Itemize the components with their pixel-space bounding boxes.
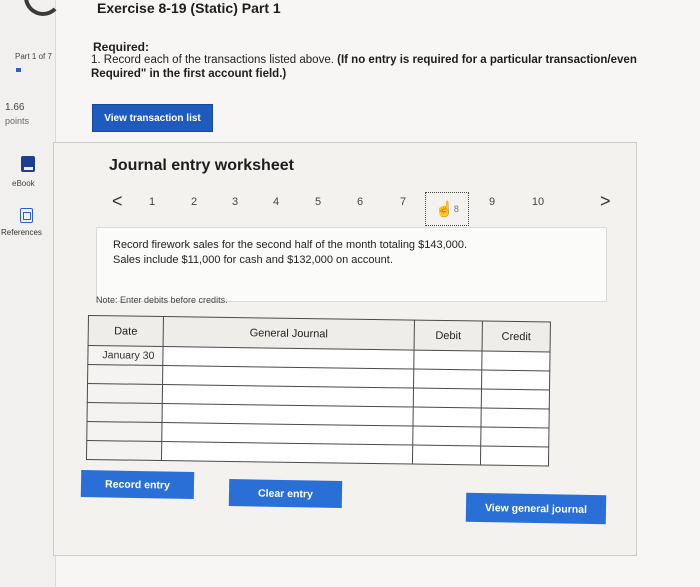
page-4[interactable]: 4 [266, 196, 286, 208]
credit-input[interactable] [481, 389, 550, 409]
description-line-2: Sales include $11,000 for cash and $132,… [113, 254, 393, 266]
ebook-icon[interactable] [21, 156, 35, 172]
view-general-journal-button[interactable]: View general journal [465, 492, 607, 525]
date-cell [86, 421, 163, 442]
instructions-line2-bold: Required" in the first account field.) [91, 68, 287, 80]
debit-input[interactable] [412, 445, 481, 465]
left-rail: Part 1 of 7 1.66 points eBook References [0, 0, 62, 587]
hand-pointer-icon: ☝ [435, 201, 454, 218]
description-line-1: Record firework sales for the second hal… [113, 239, 468, 251]
page-7[interactable]: 7 [393, 196, 413, 208]
ebook-link[interactable]: eBook [12, 179, 35, 188]
journal-entry-table: Date General Journal Debit Credit Januar… [86, 315, 551, 466]
credit-input[interactable] [480, 407, 550, 428]
page-9[interactable]: 9 [482, 196, 502, 208]
page-10[interactable]: 10 [528, 196, 548, 208]
points-value: 1.66 [5, 102, 25, 113]
record-entry-button[interactable]: Record entry [80, 470, 195, 499]
instructions-line1-bold: (If no entry is required for a particula… [337, 54, 637, 66]
credit-input[interactable] [480, 426, 549, 447]
clear-entry-button[interactable]: Clear entry [228, 479, 343, 508]
credit-input[interactable] [481, 370, 550, 390]
date-cell [87, 364, 163, 385]
credit-input[interactable] [480, 445, 549, 466]
required-label: Required: [93, 40, 150, 54]
part-progress-bar [16, 68, 21, 72]
credit-input[interactable] [481, 351, 551, 371]
debit-input[interactable] [413, 388, 482, 408]
app-logo-icon [24, 0, 62, 16]
page-1[interactable]: 1 [142, 196, 162, 208]
page-5[interactable]: 5 [308, 196, 328, 208]
instructions-text: 1. Record each of the transactions liste… [91, 53, 700, 81]
date-cell [86, 440, 162, 461]
page-8-label: 8 [453, 204, 459, 214]
col-header-general-journal: General Journal [163, 316, 415, 351]
part-indicator: Part 1 of 7 [15, 52, 52, 61]
debit-input[interactable] [413, 350, 483, 371]
view-transaction-list-button[interactable]: View transaction list [92, 104, 213, 132]
points-label: points [5, 116, 30, 126]
page-6[interactable]: 6 [350, 196, 370, 208]
exercise-title: Exercise 8-19 (Static) Part 1 [97, 0, 281, 16]
prev-arrow-icon[interactable]: < [112, 191, 123, 212]
col-header-debit: Debit [414, 320, 483, 352]
col-header-date: Date [88, 315, 164, 347]
transaction-description: Record firework sales for the second hal… [113, 238, 467, 268]
journal-entry-worksheet: Journal entry worksheet < 1 2 3 4 5 6 7 … [53, 142, 637, 556]
page-3[interactable]: 3 [225, 196, 245, 208]
debit-input[interactable] [412, 407, 482, 427]
page-2[interactable]: 2 [184, 196, 204, 208]
transaction-description-box: Record firework sales for the second hal… [96, 227, 607, 302]
debits-note: Note: Enter debits before credits. [96, 295, 228, 305]
debit-input[interactable] [413, 369, 482, 390]
page-8-current[interactable]: ☝ 8 [425, 192, 469, 226]
next-arrow-icon[interactable]: > [600, 191, 611, 212]
date-cell[interactable]: January 30 [87, 345, 164, 366]
debit-input[interactable] [412, 426, 481, 446]
transaction-pager: < 1 2 3 4 5 6 7 ☝ 8 9 10 > [54, 191, 636, 226]
date-cell [87, 402, 163, 423]
date-cell [87, 383, 163, 404]
worksheet-title: Journal entry worksheet [109, 157, 294, 174]
account-input[interactable] [161, 441, 413, 465]
col-header-credit: Credit [482, 321, 551, 352]
references-link[interactable]: References [1, 228, 42, 237]
references-icon[interactable] [20, 208, 33, 223]
instructions-line1-plain: 1. Record each of the transactions liste… [91, 54, 338, 66]
